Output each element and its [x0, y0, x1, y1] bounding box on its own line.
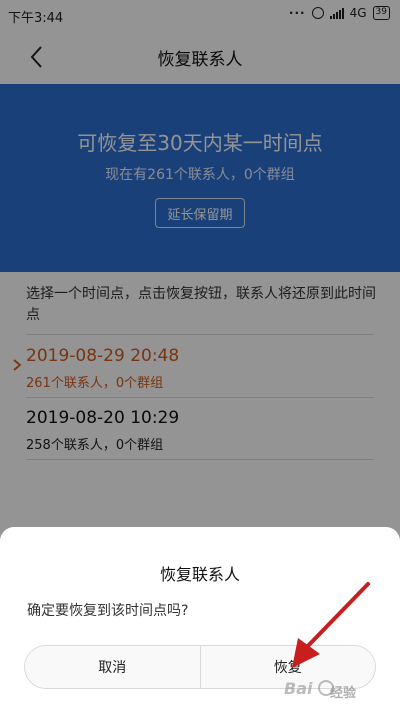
dialog-message: 确定要恢复到该时间点吗?	[27, 603, 189, 619]
svg-text:Bai: Bai	[284, 679, 313, 698]
watermark-text: 经验	[330, 686, 357, 701]
annotation-arrow-icon	[292, 582, 370, 668]
cancel-button[interactable]: 取消	[25, 646, 200, 688]
